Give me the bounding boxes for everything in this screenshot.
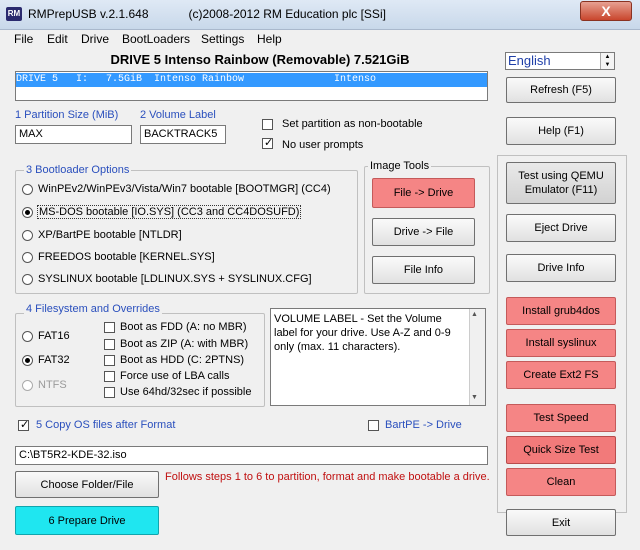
scroll-down-icon[interactable]: ▼ bbox=[471, 394, 478, 401]
menu-file[interactable]: File bbox=[14, 32, 33, 46]
refresh-button[interactable]: Refresh (F5) bbox=[506, 77, 616, 103]
drive-to-file-button[interactable]: Drive -> File bbox=[372, 218, 475, 246]
bootloader-option-freedos[interactable]: FREEDOS bootable [KERNEL.SYS] bbox=[38, 251, 215, 263]
drive-list[interactable]: DRIVE 5 I: 7.5GiB Intenso Rainbow Intens… bbox=[15, 71, 488, 101]
bootloader-radio-freedos[interactable] bbox=[22, 252, 33, 263]
choose-folder-button[interactable]: Choose Folder/File bbox=[15, 471, 159, 498]
partition-size-label: 1 Partition Size (MiB) bbox=[15, 109, 119, 121]
fs-radio-ntfs[interactable] bbox=[22, 380, 33, 391]
scroll-up-icon[interactable]: ▲ bbox=[471, 311, 478, 318]
create-ext2-button[interactable]: Create Ext2 FS bbox=[506, 361, 616, 389]
bootloader-title: 3 Bootloader Options bbox=[24, 164, 132, 176]
clean-button[interactable]: Clean bbox=[506, 468, 616, 496]
filesystem-title: 4 Filesystem and Overrides bbox=[24, 303, 162, 315]
help-button[interactable]: Help (F1) bbox=[506, 117, 616, 145]
menu-edit[interactable]: Edit bbox=[47, 32, 68, 46]
bootloader-radio-xp[interactable] bbox=[22, 230, 33, 241]
non-bootable-checkbox[interactable] bbox=[262, 119, 273, 130]
fs-option-fat16[interactable]: FAT16 bbox=[38, 330, 70, 342]
menu-help[interactable]: Help bbox=[257, 32, 282, 46]
install-syslinux-button[interactable]: Install syslinux bbox=[506, 329, 616, 357]
steps-hint: Follows steps 1 to 6 to partition, forma… bbox=[165, 471, 490, 483]
bootloader-radio-syslinux[interactable] bbox=[22, 274, 33, 285]
bootloader-option-msdos[interactable]: MS-DOS bootable [IO.SYS] (CC3 and CC4DOS… bbox=[37, 205, 302, 219]
test-speed-button[interactable]: Test Speed bbox=[506, 404, 616, 432]
prepare-drive-button[interactable]: 6 Prepare Drive bbox=[15, 506, 159, 535]
quick-size-test-button[interactable]: Quick Size Test bbox=[506, 436, 616, 464]
memo-scrollbar[interactable] bbox=[469, 309, 485, 405]
menu-bar: File Edit Drive BootLoaders Settings Hel… bbox=[0, 30, 640, 50]
bootloader-radio-winpe[interactable] bbox=[22, 184, 33, 195]
drive-info-button[interactable]: Drive Info bbox=[506, 254, 616, 282]
drive-header: DRIVE 5 Intenso Rainbow (Removable) 7.52… bbox=[110, 52, 410, 67]
fs-option-fat32[interactable]: FAT32 bbox=[38, 354, 70, 366]
override-fdd-checkbox[interactable] bbox=[104, 322, 115, 333]
app-icon: RM bbox=[6, 7, 22, 21]
override-hdd-label: Boot as HDD (C: 2PTNS) bbox=[120, 354, 245, 366]
exit-button[interactable]: Exit bbox=[506, 509, 616, 536]
partition-size-input[interactable]: MAX bbox=[15, 125, 132, 144]
no-prompts-label: No user prompts bbox=[282, 139, 364, 151]
install-grub4dos-button[interactable]: Install grub4dos bbox=[506, 297, 616, 325]
copy-os-label: 5 Copy OS files after Format bbox=[36, 419, 176, 431]
window-title: RMPrepUSB v.2.1.648 (c)2008-2012 RM Educ… bbox=[28, 7, 386, 21]
bootloader-option-winpe[interactable]: WinPEv2/WinPEv3/Vista/Win7 bootable [BOO… bbox=[38, 183, 331, 195]
source-path-input[interactable]: C:\BT5R2-KDE-32.iso bbox=[15, 446, 488, 465]
drive-list-item[interactable]: DRIVE 5 I: 7.5GiB Intenso Rainbow Intens… bbox=[16, 73, 487, 87]
override-hdd-checkbox[interactable] bbox=[104, 355, 115, 366]
bartpe-label: BartPE -> Drive bbox=[385, 419, 462, 431]
file-to-drive-button[interactable]: File -> Drive bbox=[372, 178, 475, 208]
file-info-button[interactable]: File Info bbox=[372, 256, 475, 284]
no-prompts-checkbox[interactable] bbox=[262, 136, 273, 149]
help-memo: VOLUME LABEL - Set the Volume label for … bbox=[270, 308, 486, 406]
bootloader-option-xp[interactable]: XP/BartPE bootable [NTLDR] bbox=[38, 229, 182, 241]
fs-option-ntfs[interactable]: NTFS bbox=[38, 379, 67, 391]
bootloader-radio-msdos[interactable] bbox=[22, 207, 33, 218]
close-button[interactable]: X bbox=[580, 1, 632, 21]
non-bootable-label: Set partition as non-bootable bbox=[282, 118, 423, 130]
menu-settings[interactable]: Settings bbox=[201, 32, 244, 46]
override-fdd-label: Boot as FDD (A: no MBR) bbox=[120, 321, 247, 333]
volume-label-input[interactable]: BACKTRACK5 bbox=[140, 125, 226, 144]
fs-radio-fat32[interactable] bbox=[22, 355, 33, 366]
volume-label-label: 2 Volume Label bbox=[140, 109, 216, 121]
override-64hd-checkbox[interactable] bbox=[104, 387, 115, 398]
menu-bootloaders[interactable]: BootLoaders bbox=[122, 32, 190, 46]
fs-radio-fat16[interactable] bbox=[22, 331, 33, 342]
override-64hd-label: Use 64hd/32sec if possible bbox=[120, 386, 252, 398]
override-zip-label: Boot as ZIP (A: with MBR) bbox=[120, 338, 249, 350]
bartpe-checkbox[interactable] bbox=[368, 420, 379, 431]
spin-arrows-icon[interactable]: ▲ ▼ bbox=[600, 53, 614, 69]
override-lba-checkbox[interactable] bbox=[104, 371, 115, 382]
copy-os-checkbox[interactable] bbox=[18, 418, 29, 431]
menu-drive[interactable]: Drive bbox=[81, 32, 109, 46]
override-zip-checkbox[interactable] bbox=[104, 339, 115, 350]
image-tools-title: Image Tools bbox=[368, 160, 432, 172]
title-bar: RM RMPrepUSB v.2.1.648 (c)2008-2012 RM E… bbox=[0, 0, 640, 30]
override-lba-label: Force use of LBA calls bbox=[120, 370, 230, 382]
bootloader-option-syslinux[interactable]: SYSLINUX bootable [LDLINUX.SYS + SYSLINU… bbox=[38, 273, 312, 285]
language-select[interactable]: English ▲ ▼ bbox=[505, 52, 615, 70]
language-value: English bbox=[508, 53, 551, 68]
test-qemu-button[interactable]: Test using QEMU Emulator (F11) bbox=[506, 162, 616, 204]
eject-drive-button[interactable]: Eject Drive bbox=[506, 214, 616, 242]
